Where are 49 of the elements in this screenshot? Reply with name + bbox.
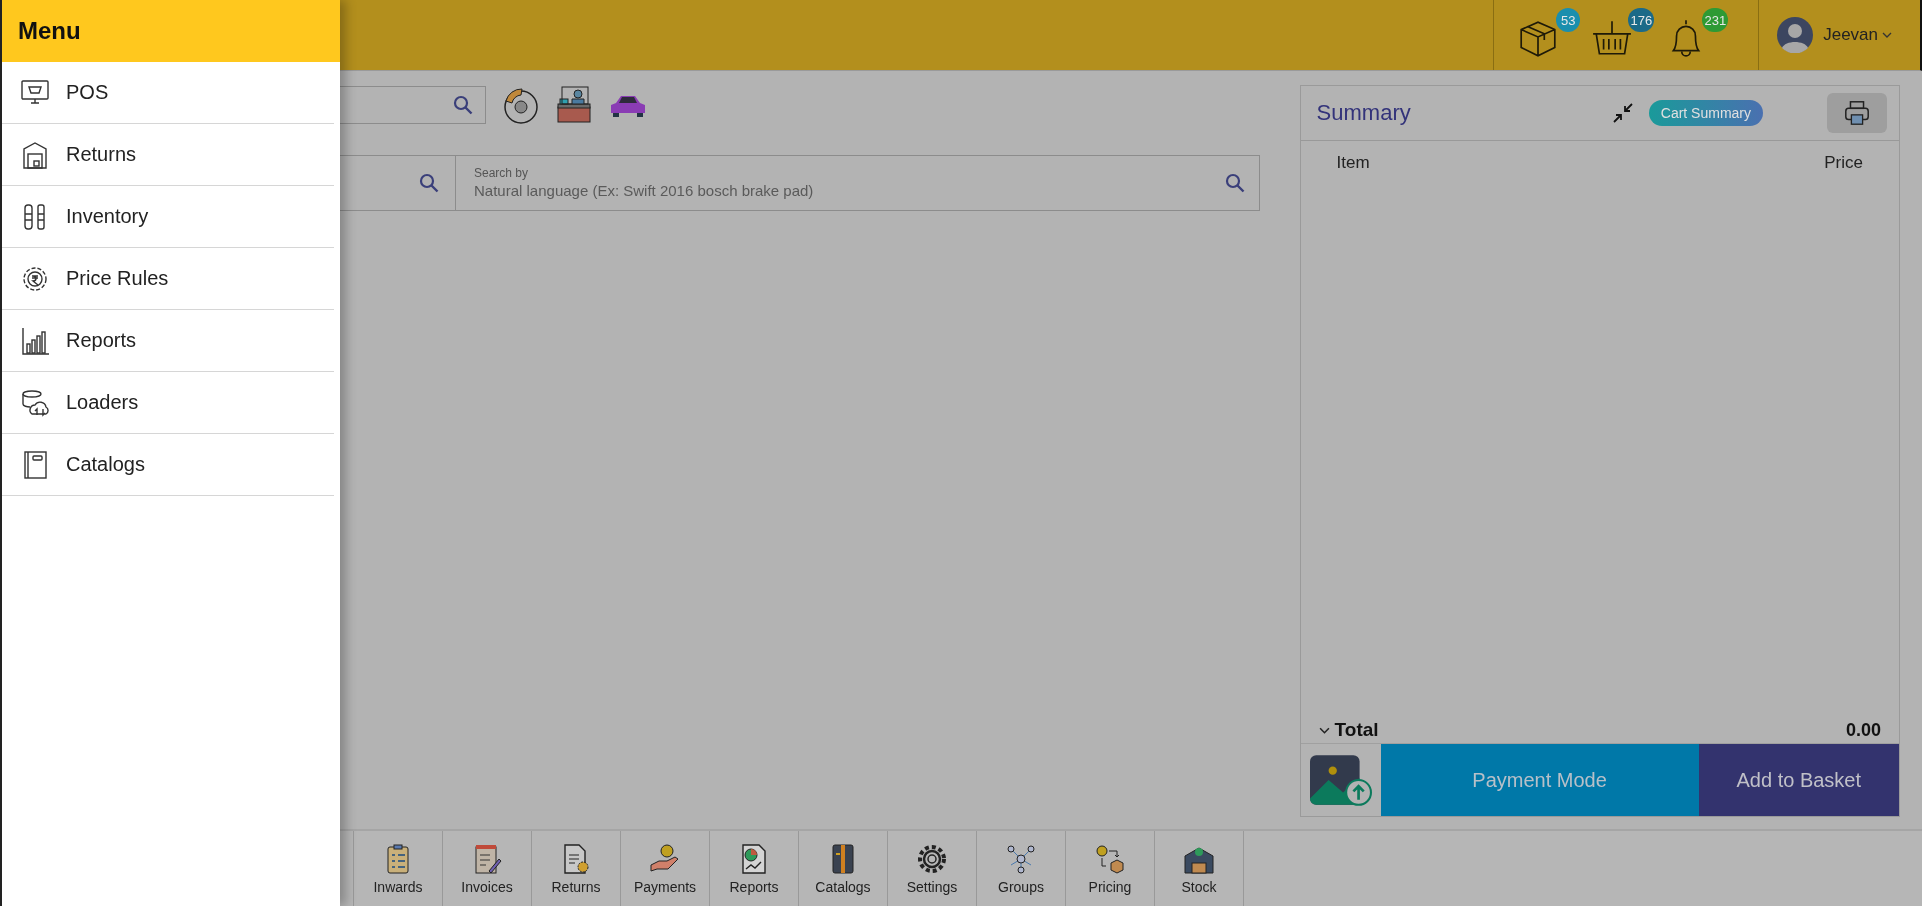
menu-item[interactable]: POS: [2, 62, 334, 124]
menu-item[interactable]: Loaders: [2, 372, 334, 434]
user-menu[interactable]: Jeevan: [1759, 0, 1914, 70]
search-icon[interactable]: [1224, 173, 1245, 193]
image-upload-icon[interactable]: [1309, 753, 1372, 807]
cashier-icon[interactable]: [554, 85, 594, 125]
add-to-basket-button[interactable]: Add to Basket: [1698, 744, 1899, 816]
toolbar-button[interactable]: Inwards: [353, 831, 442, 906]
total-value: 0.00: [1845, 720, 1881, 741]
toolbar-button[interactable]: Reports: [709, 831, 798, 906]
column-header: Item: [1336, 153, 1370, 173]
count-badge: 53: [1556, 8, 1581, 32]
toolbar-button[interactable]: Returns: [531, 831, 620, 906]
search-icon: [453, 95, 473, 115]
toolbar-button[interactable]: Invoices: [442, 831, 531, 906]
menu-item[interactable]: Price Rules: [2, 248, 334, 310]
avatar-icon: [1777, 17, 1814, 53]
caret-icon: [1882, 32, 1892, 38]
print-icon: [1843, 99, 1871, 127]
count-badge: 176: [1628, 8, 1655, 32]
chevron-icon: [1318, 726, 1330, 734]
menu-item[interactable]: Inventory: [2, 186, 334, 248]
chart-icon: [20, 325, 50, 356]
notification-button[interactable]: 176: [1584, 6, 1655, 64]
total-toggle[interactable]: Total: [1318, 719, 1379, 741]
toolbar-button[interactable]: Payments: [620, 831, 709, 906]
search-field[interactable]: [340, 86, 486, 124]
search-input[interactable]: Natural language (Ex: Swift 2016 bosch brake pad): [474, 179, 1225, 201]
toolbar-button[interactable]: Stock: [1154, 831, 1244, 906]
search-field[interactable]: Search by Natural language (Ex: Swift 2016 bosch brake pad): [340, 155, 1260, 211]
count-badge: 231: [1702, 8, 1729, 32]
toolbar-button[interactable]: Pricing: [1065, 831, 1154, 906]
hand-coin-icon: [649, 842, 681, 875]
menu-item[interactable]: Returns: [2, 124, 334, 186]
field-label: Search by: [474, 165, 529, 180]
network-icon: [1005, 842, 1037, 875]
menu-item[interactable]: Catalogs: [2, 434, 334, 496]
cloud-icon: [20, 387, 50, 418]
column-header: Price: [1824, 153, 1863, 173]
gear-icon: [916, 842, 948, 875]
menu-item[interactable]: Reports: [2, 310, 334, 372]
toolbar-button[interactable]: Settings: [887, 831, 976, 906]
menu-title: Menu: [2, 0, 340, 62]
summary-title: Summary: [1316, 100, 1412, 126]
warehouse-icon: [20, 139, 50, 170]
print-button[interactable]: [1827, 93, 1887, 133]
search-icon[interactable]: [419, 173, 439, 193]
toolbar-button[interactable]: Groups: [976, 831, 1065, 906]
toolbar-button[interactable]: Catalogs: [798, 831, 887, 906]
